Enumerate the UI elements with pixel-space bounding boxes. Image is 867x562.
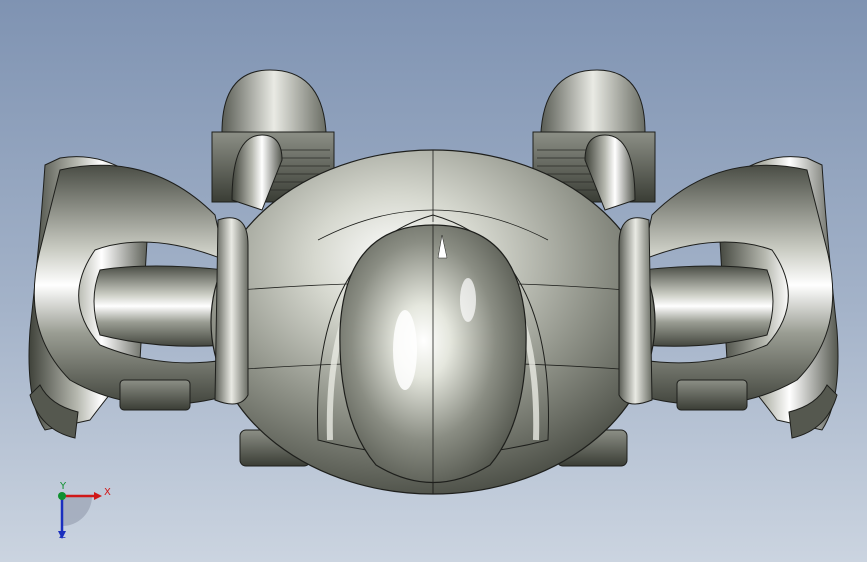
head-dome <box>339 224 527 494</box>
y-axis-label: Y <box>60 481 67 492</box>
right-arm <box>636 156 839 439</box>
robot-3d-model[interactable] <box>0 0 867 562</box>
coordinate-triad <box>58 492 102 539</box>
graphics-viewport[interactable]: X Y Z <box>0 0 867 562</box>
x-axis-label: X <box>104 487 111 498</box>
z-axis-label: Z <box>59 530 66 541</box>
left-arm <box>28 156 231 439</box>
